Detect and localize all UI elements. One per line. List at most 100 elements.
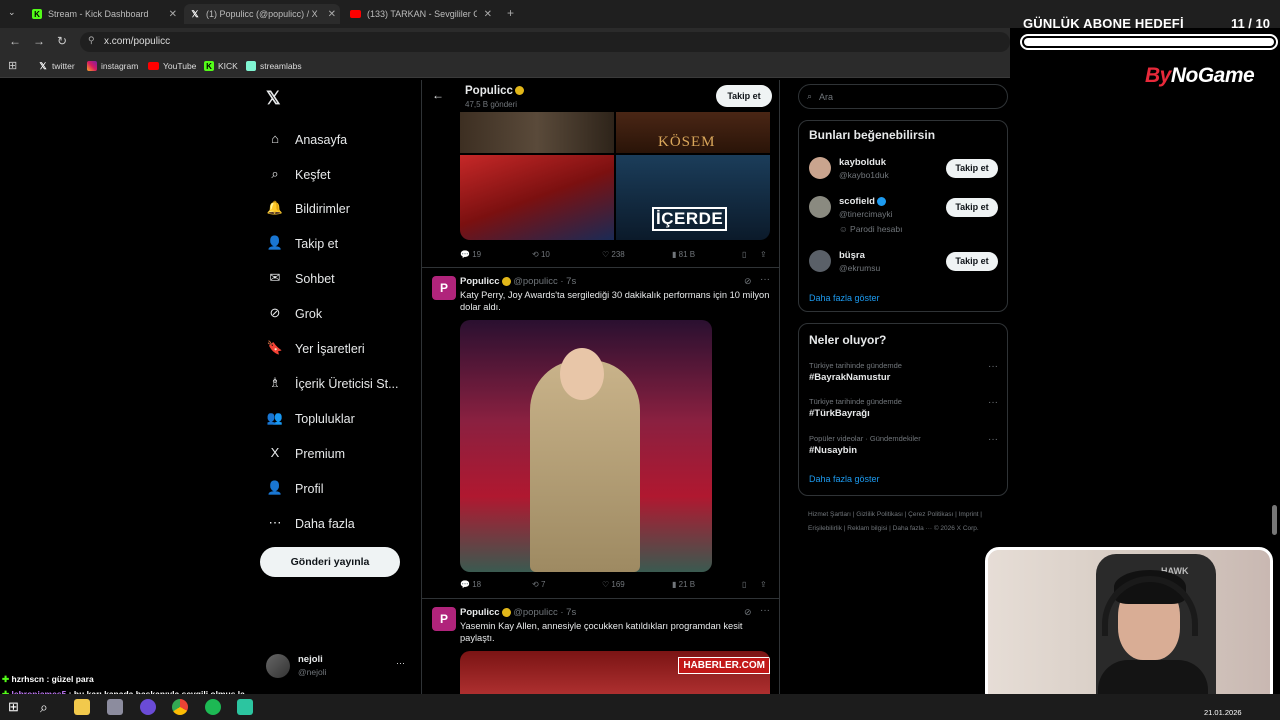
brand-suffix: NoGame (1170, 64, 1255, 87)
tweet-text: Katy Perry, Joy Awards'ta sergilediği 30… (460, 290, 770, 312)
trend-item[interactable]: Popüler videolar · Gündemdekiler #Nusayb… (809, 434, 1004, 456)
bookmark-label: instagram (101, 61, 139, 71)
new-tab-button[interactable]: + (507, 6, 514, 20)
user-handle: @tinercimayki (839, 209, 893, 219)
suggested-user[interactable]: büşra @ekrumsu Takip et (809, 250, 1004, 284)
more-icon[interactable]: ··· (760, 605, 770, 616)
tweet-author: Populicc @populicc · 7s (460, 276, 576, 287)
suggested-user[interactable]: scofield @tinercimayki ☺ Parodi hesabı T… (809, 196, 1004, 234)
bookmark-kick[interactable]: K KICK (204, 61, 238, 71)
spotify-icon[interactable] (205, 699, 221, 715)
profile-header: ← Populicc 47,5 B gönderi Takip et (422, 80, 779, 112)
tweet-image-katy-perry[interactable] (460, 320, 712, 572)
back-arrow-icon[interactable]: ← (432, 88, 444, 102)
follow-button[interactable]: Takip et (946, 159, 998, 178)
streaming-app-icon[interactable] (237, 699, 253, 715)
file-explorer-icon[interactable] (74, 699, 90, 715)
close-icon[interactable]: ✕ (484, 9, 492, 20)
tweet[interactable]: P Populicc @populicc · 7s ⊘ ··· Yasemin … (422, 599, 779, 694)
tab-kick-dashboard[interactable]: K Stream - Kick Dashboard ✕ (26, 4, 181, 24)
tab-tarkan-youtube[interactable]: (133) TARKAN - Sevgililer Günü ✕ (344, 4, 496, 24)
site-info-icon[interactable]: ⚲ (88, 35, 95, 46)
tab-populicc-x[interactable]: 𝕏 (1) Populicc (@populicc) / X ✕ (184, 4, 340, 24)
bookmark-icon[interactable]: ▯ (742, 580, 746, 589)
nav-item-label: Keşfet (295, 168, 331, 182)
streamlabs-icon (246, 61, 256, 71)
search-input[interactable]: ⌕ Ara (798, 84, 1008, 109)
bookmark-youtube[interactable]: YouTube (148, 61, 196, 71)
repost-button[interactable]: ⟲ 10 (532, 250, 550, 259)
tweet-media-grid[interactable]: KÖSEM İÇERDE (460, 112, 770, 240)
tab-list-chevron-icon[interactable]: ⌄ (8, 7, 16, 18)
like-button[interactable]: ♡ 169 (602, 580, 625, 589)
close-icon[interactable]: ✕ (169, 9, 177, 20)
more-icon[interactable]: ··· (988, 361, 998, 372)
reply-button[interactable]: 💬 18 (460, 580, 481, 589)
more-icon[interactable]: ··· (988, 397, 998, 408)
search-icon[interactable]: ⌕ (40, 699, 56, 715)
x-logo-icon[interactable]: 𝕏 (266, 88, 281, 109)
panel-title: Bunları beğenebilirsin (809, 128, 936, 142)
avatar[interactable]: P (432, 607, 456, 631)
more-icon: ⋯ (268, 515, 282, 530)
footer-links[interactable]: Hizmet Şartları | Gizlilik Politikası | … (808, 508, 1008, 536)
media-image-poster[interactable] (460, 155, 614, 240)
goal-progress-fill (1024, 38, 1274, 46)
more-icon[interactable]: ··· (396, 658, 405, 668)
trend-item[interactable]: Türkiye tarihinde gündemde #TürkBayrağı … (809, 397, 1004, 419)
more-icon[interactable]: ··· (988, 434, 998, 445)
repost-button[interactable]: ⟲ 7 (532, 580, 545, 589)
show-more-link[interactable]: Daha fazla göster (809, 293, 880, 303)
nav-item-label: Premium (295, 447, 346, 461)
post-button[interactable]: Gönderi yayınla (260, 547, 400, 577)
media-image-cast[interactable] (460, 112, 614, 153)
media-image-kosem[interactable]: KÖSEM (616, 112, 770, 153)
bookmark-twitter[interactable]: 𝕏twitter (38, 61, 74, 72)
webcam-overlay: HAWK (985, 547, 1273, 707)
avatar[interactable]: P (432, 276, 456, 300)
trend-tag: #Nusaybin (809, 445, 858, 456)
show-more-link[interactable]: Daha fazla göster (809, 474, 880, 484)
more-icon[interactable]: ··· (760, 274, 770, 285)
grok-icon[interactable]: ⊘ (744, 276, 752, 287)
url-input[interactable]: ⚲ x.com/populicc (80, 32, 1010, 52)
views-button[interactable]: ▮ 81 B (672, 250, 695, 259)
bookmark-streamlabs[interactable]: streamlabs (246, 61, 302, 71)
tweet[interactable]: P Populicc @populicc · 7s ⊘ ··· Katy Per… (422, 268, 779, 598)
forward-arrow-icon[interactable]: → (33, 34, 45, 48)
bookmark-instagram[interactable]: instagram (87, 61, 138, 71)
chat-text: güzel para (51, 674, 94, 684)
share-icon[interactable]: ⇪ (760, 580, 767, 589)
app-icon[interactable] (107, 699, 123, 715)
app-icon[interactable] (140, 699, 156, 715)
bookmark-icon[interactable]: ▯ (742, 250, 746, 259)
follow-button[interactable]: Takip et (716, 85, 772, 107)
verified-badge-icon (501, 607, 511, 617)
post-count: 47,5 B gönderi (465, 100, 518, 109)
suggested-user[interactable]: kaybolduk @kaybo1duk Takip et (809, 157, 1004, 191)
views-button[interactable]: ▮ 21 B (672, 580, 695, 589)
account-switcher[interactable]: nejoli @nejoli ··· (266, 654, 405, 678)
nav-item-label: Profil (295, 482, 324, 496)
reply-button[interactable]: 💬 19 (460, 250, 481, 259)
tab-label: (133) TARKAN - Sevgililer Günü (367, 9, 477, 19)
chrome-icon[interactable] (172, 699, 188, 715)
follow-button[interactable]: Takip et (946, 198, 998, 217)
tweet-image-news[interactable]: HABERLER.COM (460, 651, 770, 694)
media-image-icerde[interactable]: İÇERDE (616, 155, 770, 240)
search-icon: ⌕ (271, 166, 279, 181)
apps-grid-icon[interactable]: ⊞ (8, 59, 17, 72)
user-handle: @kaybo1duk (839, 170, 889, 180)
share-icon[interactable]: ⇪ (760, 250, 767, 259)
trend-item[interactable]: Türkiye tarihinde gündemde #BayrakNamust… (809, 361, 1004, 383)
close-icon[interactable]: ✕ (328, 9, 336, 20)
like-button[interactable]: ♡ 238 (602, 250, 625, 259)
grok-icon[interactable]: ⊘ (744, 607, 752, 618)
reload-icon[interactable]: ↻ (57, 34, 67, 48)
follow-button[interactable]: Takip et (946, 252, 998, 271)
windows-start-icon[interactable]: ⊞ (8, 699, 24, 715)
trend-tag: #BayrakNamustur (809, 372, 891, 383)
scrollbar-thumb[interactable] (1272, 505, 1277, 535)
back-arrow-icon[interactable]: ← (9, 34, 21, 48)
premium-icon: X (270, 445, 280, 460)
